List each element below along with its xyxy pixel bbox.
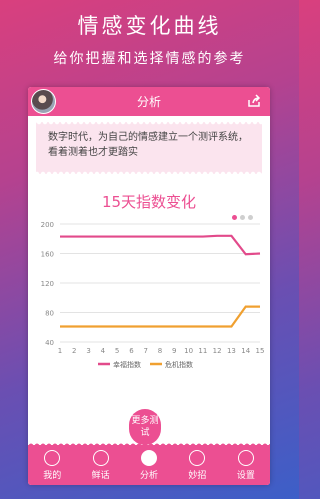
y-tick-label: 120 xyxy=(41,280,54,288)
app-screen: 分析 数字时代，为自己的情感建立一个测评系统，看着测着也才更踏实 15天指数变化… xyxy=(28,87,270,485)
x-tick-label: 3 xyxy=(86,347,90,355)
x-tick-label: 2 xyxy=(72,347,76,355)
user-icon xyxy=(44,450,61,466)
x-tick-label: 12 xyxy=(213,347,222,355)
x-tick-label: 14 xyxy=(241,347,250,355)
x-tick-label: 9 xyxy=(172,347,176,355)
promo-title: 情感变化曲线 xyxy=(77,14,222,38)
app-bar: 分析 xyxy=(28,87,270,116)
wave-icon xyxy=(141,450,158,466)
promo-subtitle: 给你把握和选择情感的参考 xyxy=(53,51,246,67)
intro-card: 数字时代，为自己的情感建立一个测评系统，看着测着也才更踏实 xyxy=(36,122,262,174)
tab-talk-label: 鲜话 xyxy=(91,471,110,481)
y-tick-label: 160 xyxy=(41,251,54,259)
series-line-2 xyxy=(60,305,260,328)
y-tick-label: 80 xyxy=(45,310,54,318)
tab-settings[interactable]: 设置 xyxy=(222,445,270,485)
legend-label-1: 幸福指数 xyxy=(113,360,141,369)
chart-title: 15天指数变化 xyxy=(101,193,197,211)
page-title: 分析 xyxy=(136,95,161,109)
legend-label-2: 危机指数 xyxy=(165,360,193,369)
tab-analysis-label: 分析 xyxy=(140,471,159,481)
tab-mine[interactable]: 我的 xyxy=(28,445,76,485)
gear-icon xyxy=(237,450,254,466)
x-tick-label: 1 xyxy=(58,347,62,355)
y-tick-label: 40 xyxy=(45,339,54,347)
y-tick-label: 200 xyxy=(41,221,54,229)
more-tests-label: 更多测试 xyxy=(131,416,159,438)
avatar[interactable] xyxy=(31,89,56,114)
chat-icon xyxy=(92,450,109,466)
tab-mine-label: 我的 xyxy=(43,471,62,481)
tab-talk[interactable]: 鲜话 xyxy=(76,445,124,485)
x-tick-label: 15 xyxy=(256,347,265,355)
x-tick-label: 13 xyxy=(227,347,236,355)
share-icon[interactable] xyxy=(247,94,261,108)
x-tick-label: 11 xyxy=(198,347,207,355)
intro-text: 数字时代，为自己的情感建立一个测评系统，看着测着也才更踏实 xyxy=(48,132,248,158)
series-line-1 xyxy=(60,234,261,256)
x-tick-label: 10 xyxy=(184,347,193,355)
tab-tips[interactable]: 妙招 xyxy=(173,445,221,485)
index-line-chart: 40801201602001 2 3 4 5 6 7 8 9 10 11 12 13 14 15幸福指数 危机… xyxy=(41,221,265,369)
bottom-nav: 我的 鲜话 分析 妙招 设置 xyxy=(28,442,270,485)
promo-header: 情感变化曲线 给你把握和选择情感的参考 xyxy=(0,0,299,88)
tab-tips-label: 妙招 xyxy=(188,471,207,481)
tab-settings-label: 设置 xyxy=(236,471,255,481)
x-tick-label: 7 xyxy=(143,347,147,355)
x-tick-label: 6 xyxy=(129,347,134,355)
tab-analysis[interactable]: 分析 xyxy=(125,445,173,485)
x-tick-label: 5 xyxy=(115,347,119,355)
x-tick-label: 4 xyxy=(101,347,106,355)
x-tick-label: 8 xyxy=(158,347,162,355)
more-tests-button[interactable]: 更多测试 xyxy=(129,409,161,451)
bulb-icon xyxy=(189,450,206,466)
